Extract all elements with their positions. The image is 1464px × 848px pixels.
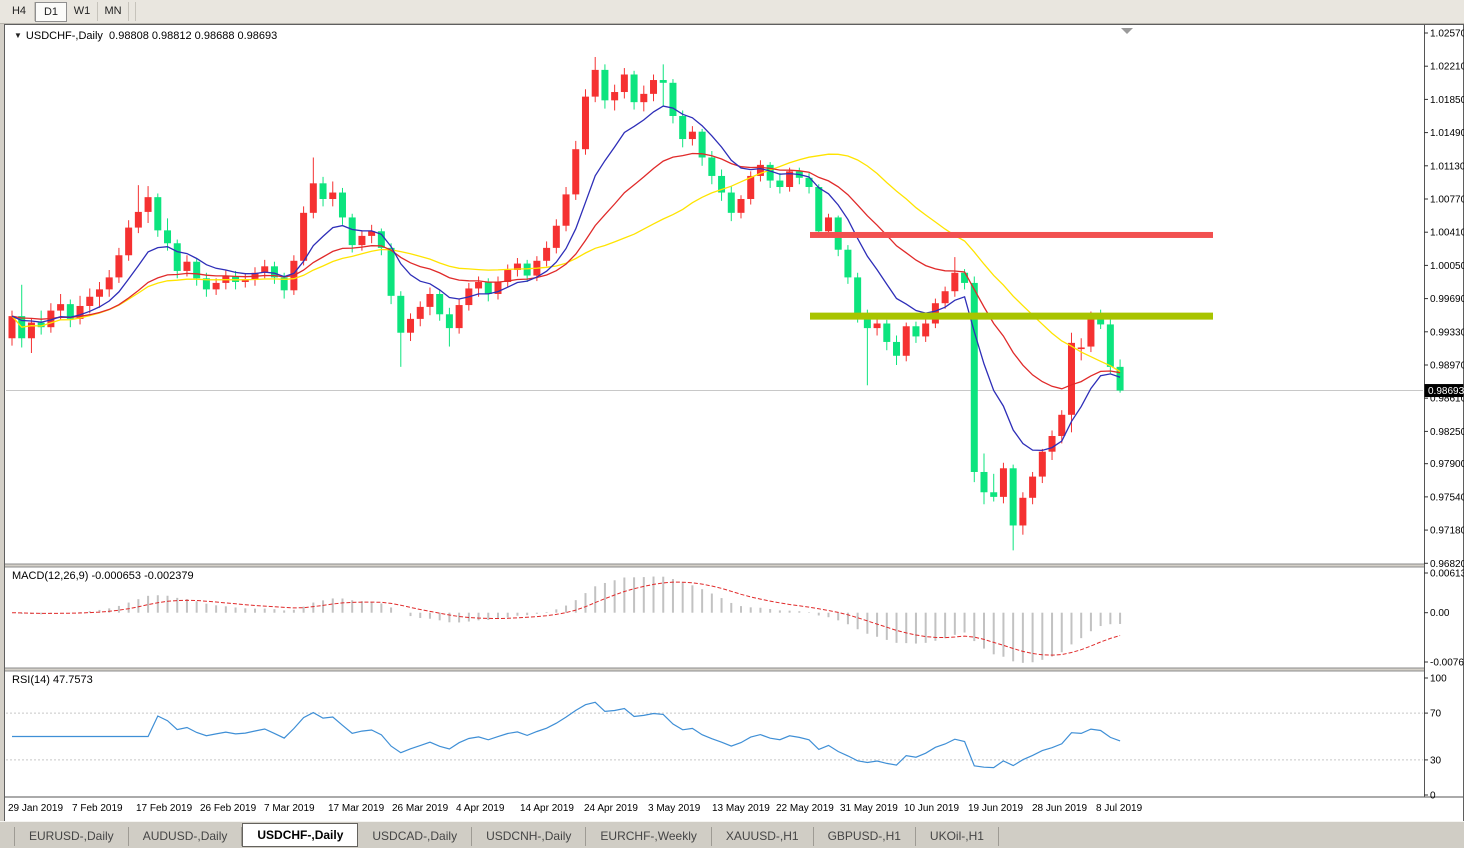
svg-text:1.02570: 1.02570 [1430, 29, 1464, 40]
date-axis-tick: 17 Mar 2019 [328, 803, 385, 814]
svg-text:0.97540: 0.97540 [1430, 492, 1464, 503]
tab-eurchf-weekly[interactable]: EURCHF-,Weekly [586, 827, 711, 846]
price-axis-tick: 0.98970 [1424, 360, 1464, 371]
chart-ohlc-readout: 0.98808 0.98812 0.98688 0.98693 [109, 30, 277, 42]
date-axis-tick: 19 Jun 2019 [968, 803, 1023, 814]
svg-text:0.97900: 0.97900 [1430, 459, 1464, 470]
support-line[interactable] [810, 313, 1213, 320]
chart-shift-marker-icon[interactable] [1121, 28, 1133, 34]
svg-text:1.00770: 1.00770 [1430, 194, 1464, 205]
date-axis-tick: 17 Feb 2019 [136, 803, 193, 814]
tab-gbpusd-h1[interactable]: GBPUSD-,H1 [814, 827, 916, 846]
price-axis-tick: 1.02570 [1424, 29, 1464, 40]
price-axis-tick: 1.01130 [1424, 161, 1464, 172]
price-axis-tick: 1.00410 [1424, 228, 1464, 239]
date-axis-tick: 31 May 2019 [840, 803, 898, 814]
tab-usdchf-daily[interactable]: USDCHF-,Daily [242, 823, 358, 847]
price-axis-tick: 0.99690 [1424, 294, 1464, 305]
svg-text:1.01490: 1.01490 [1430, 128, 1464, 139]
macd-histogram [12, 577, 1120, 663]
svg-text:0.99330: 0.99330 [1430, 327, 1464, 338]
tab-usdcnh-daily[interactable]: USDCNH-,Daily [472, 827, 586, 846]
tab-audusd-daily[interactable]: AUDUSD-,Daily [129, 827, 243, 846]
svg-text:30: 30 [1430, 755, 1442, 766]
date-axis-labels: 29 Jan 2019 7 Feb 2019 17 Feb 2019 26 Feb 2… [8, 803, 1143, 814]
price-axis-tick: 0.98250 [1424, 427, 1464, 438]
date-axis-tick: 26 Mar 2019 [392, 803, 449, 814]
macd-axis-tick: 0.00613 [1424, 569, 1464, 580]
main-price-pane [6, 57, 1423, 550]
price-axis-tick: 0.99330 [1424, 327, 1464, 338]
date-axis-tick: 13 May 2019 [712, 803, 770, 814]
date-axis-tick: 7 Mar 2019 [264, 803, 315, 814]
rsi-axis-tick: 0 [1424, 791, 1436, 802]
date-axis-tick: 24 Apr 2019 [584, 803, 638, 814]
rsi-indicator-label: RSI(14) 47.7573 [12, 674, 93, 686]
timeframe-d1-button[interactable]: D1 [35, 2, 67, 22]
svg-text:1.01130: 1.01130 [1430, 161, 1464, 172]
svg-text:-0.007612: -0.007612 [1430, 657, 1464, 668]
svg-text:0.98970: 0.98970 [1430, 360, 1464, 371]
timeframe-h4-button[interactable]: H4 [4, 2, 35, 21]
svg-text:0.00613: 0.00613 [1430, 569, 1464, 580]
price-axis-tick: 0.97900 [1424, 459, 1464, 470]
date-axis-tick: 22 May 2019 [776, 803, 834, 814]
date-axis-tick: 29 Jan 2019 [8, 803, 63, 814]
date-axis-tick: 28 Jun 2019 [1032, 803, 1087, 814]
price-axis-tick: 1.01490 [1424, 128, 1464, 139]
timeframe-mn-button[interactable]: MN [98, 2, 129, 21]
chart-tab-bar: EURUSD-,Daily AUDUSD-,Daily USDCHF-,Dail… [0, 821, 1464, 848]
svg-text:1.01850: 1.01850 [1430, 95, 1464, 106]
date-axis-tick: 4 Apr 2019 [456, 803, 505, 814]
svg-text:1.00050: 1.00050 [1430, 261, 1464, 272]
svg-text:0.98250: 0.98250 [1430, 427, 1464, 438]
date-axis-tick: 26 Feb 2019 [200, 803, 257, 814]
svg-text:100: 100 [1430, 674, 1447, 685]
mt4-window: H4 D1 W1 MN 1.02570 1.02210 1.01850 1.01490… [0, 0, 1464, 848]
chart-symbol-label: USDCHF-,Daily [26, 30, 103, 42]
timeframe-toolbar: H4 D1 W1 MN [0, 0, 1464, 24]
macd-axis-tick: 0.00 [1424, 608, 1450, 619]
svg-text:1.00410: 1.00410 [1430, 228, 1464, 239]
date-axis-tick: 10 Jun 2019 [904, 803, 959, 814]
rsi-axis-tick: 100 [1424, 674, 1447, 685]
price-axis-tick: 0.97180 [1424, 526, 1464, 537]
macd-axis-tick: -0.007612 [1424, 657, 1464, 668]
svg-text:0.97180: 0.97180 [1430, 526, 1464, 537]
collapse-triangle-icon[interactable]: ▼ [14, 31, 22, 40]
rsi-axis-tick: 30 [1424, 755, 1442, 766]
rsi-axis-tick: 70 [1424, 709, 1442, 720]
price-axis-tick: 1.00770 [1424, 194, 1464, 205]
tab-xauusd-h1[interactable]: XAUUSD-,H1 [712, 827, 814, 846]
chart-canvas[interactable]: 1.02570 1.02210 1.01850 1.01490 1.01130 1.007… [0, 0, 1464, 848]
timeframe-w1-button[interactable]: W1 [67, 2, 98, 21]
price-axis-tick: 0.97540 [1424, 492, 1464, 503]
svg-text:1.02210: 1.02210 [1430, 62, 1464, 73]
price-axis-tick: 1.00050 [1424, 261, 1464, 272]
svg-text:0.00: 0.00 [1430, 608, 1450, 619]
rsi-pane [6, 702, 1423, 767]
svg-text:0.98693: 0.98693 [1428, 386, 1464, 397]
resistance-line[interactable] [810, 232, 1213, 238]
chart-title: ▼ USDCHF-,Daily 0.98808 0.98812 0.98688 0… [14, 30, 277, 42]
date-axis-tick: 8 Jul 2019 [1096, 803, 1143, 814]
date-axis-tick: 7 Feb 2019 [72, 803, 123, 814]
svg-text:70: 70 [1430, 709, 1442, 720]
current-price-tag: 0.98693 [1425, 384, 1464, 397]
macd-indicator-label: MACD(12,26,9) -0.000653 -0.002379 [12, 570, 194, 582]
rsi-line [12, 702, 1120, 767]
svg-text:0: 0 [1430, 791, 1436, 802]
price-axis-tick: 1.01850 [1424, 95, 1464, 106]
macd-pane [12, 577, 1120, 663]
svg-text:0.99690: 0.99690 [1430, 294, 1464, 305]
tab-usdcad-daily[interactable]: USDCAD-,Daily [358, 827, 472, 846]
tab-ukoil-h1[interactable]: UKOil-,H1 [916, 827, 999, 846]
tab-eurusd-daily[interactable]: EURUSD-,Daily [14, 827, 129, 846]
candlestick-series [9, 57, 1124, 550]
date-axis-tick: 3 May 2019 [648, 803, 701, 814]
toolbar-divider [129, 2, 136, 21]
date-axis-tick: 14 Apr 2019 [520, 803, 574, 814]
price-axis-tick: 1.02210 [1424, 62, 1464, 73]
